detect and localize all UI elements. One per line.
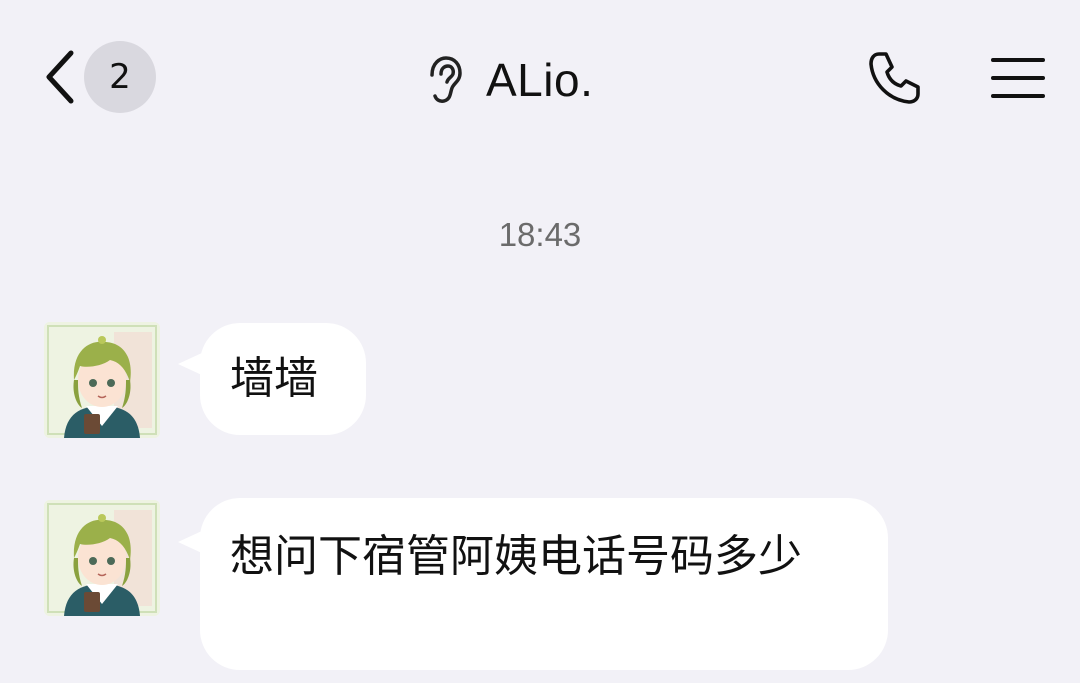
voice-call-button[interactable] — [862, 48, 926, 112]
phone-icon — [865, 49, 923, 111]
chat-header: 2 ALio. — [0, 0, 1080, 160]
anime-avatar-image — [44, 322, 160, 438]
sender-avatar[interactable] — [44, 500, 160, 616]
message-bubble[interactable]: 墙墙 — [200, 323, 366, 435]
chat-title-area[interactable]: ALio. — [420, 48, 593, 112]
sender-avatar[interactable] — [44, 322, 160, 438]
message-bubble[interactable]: 想问下宿管阿姨电话号码多少 — [200, 498, 888, 670]
unread-count-badge: 2 — [84, 41, 156, 113]
hamburger-menu-icon — [991, 54, 1045, 106]
back-button[interactable]: 2 — [40, 40, 156, 114]
message-timestamp: 18:43 — [498, 216, 582, 253]
chevron-left-icon — [40, 47, 80, 107]
more-menu-button[interactable] — [986, 48, 1050, 112]
message-text: 墙墙 — [230, 353, 318, 404]
chat-title: ALio. — [486, 54, 594, 106]
ear-icon — [420, 54, 468, 106]
anime-avatar-image — [44, 500, 160, 616]
message-text: 想问下宿管阿姨电话号码多少 — [230, 531, 802, 582]
